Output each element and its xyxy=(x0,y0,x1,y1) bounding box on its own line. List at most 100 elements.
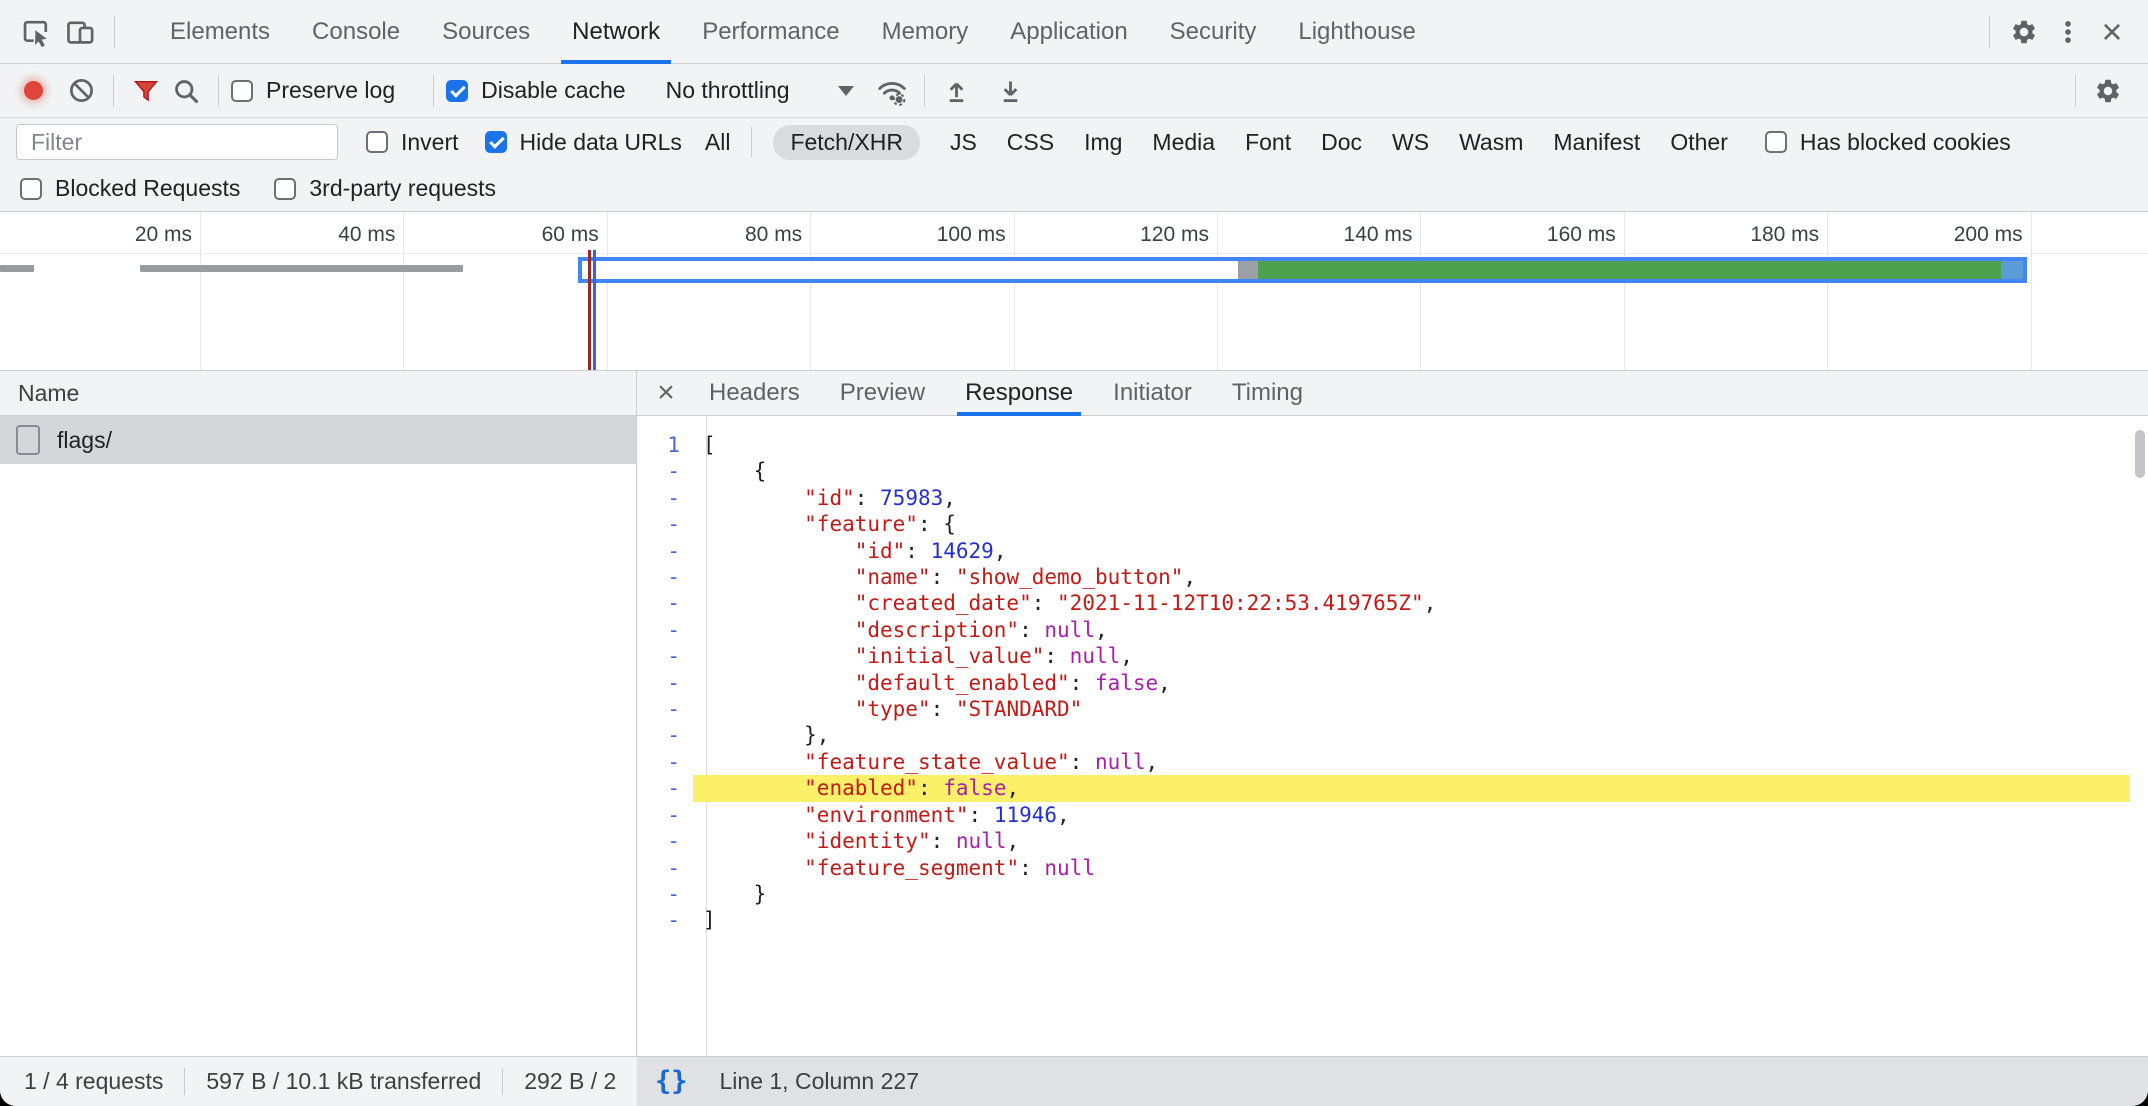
line-number: - xyxy=(637,590,693,616)
document-icon xyxy=(16,425,40,455)
filter-type-other[interactable]: Other xyxy=(1670,129,1728,156)
kebab-menu-icon[interactable] xyxy=(2046,10,2090,54)
blocked-requests-label: Blocked Requests xyxy=(55,175,240,202)
tab-network[interactable]: Network xyxy=(551,0,681,64)
filter-type-ws[interactable]: WS xyxy=(1392,129,1429,156)
network-main-area: Name flags/ × HeadersPreviewResponseInit… xyxy=(0,371,2148,1056)
divider xyxy=(1989,16,1990,48)
record-network-log-button[interactable] xyxy=(24,81,43,100)
filter-type-img[interactable]: Img xyxy=(1084,129,1122,156)
line-number: - xyxy=(637,802,693,828)
timeline-tick-label: 140 ms xyxy=(1344,223,1413,247)
response-code: 1[- {- "id": 75983,- "feature": {- "id":… xyxy=(637,432,2130,934)
invert-checkbox[interactable] xyxy=(366,131,388,153)
request-row[interactable]: flags/ xyxy=(0,416,636,464)
close-devtools-icon[interactable]: × xyxy=(2090,10,2134,54)
ruler-divider xyxy=(0,253,2148,254)
timeline-gridline xyxy=(1217,212,1218,370)
filter-type-doc[interactable]: Doc xyxy=(1321,129,1362,156)
options-bar: Blocked Requests 3rd-party requests xyxy=(0,166,2148,212)
response-line: - "id": 14629, xyxy=(637,538,2130,564)
response-line: - "environment": 11946, xyxy=(637,802,2130,828)
line-content: "id": 75983, xyxy=(693,485,2130,511)
filter-type-media[interactable]: Media xyxy=(1152,129,1215,156)
has-blocked-cookies-checkbox[interactable] xyxy=(1765,131,1787,153)
filter-type-css[interactable]: CSS xyxy=(1007,129,1054,156)
response-line: - } xyxy=(637,881,2130,907)
line-content: "type": "STANDARD" xyxy=(693,696,2130,722)
timeline-tick-label: 60 ms xyxy=(542,223,599,247)
tab-memory[interactable]: Memory xyxy=(861,0,990,64)
filter-type-font[interactable]: Font xyxy=(1245,129,1291,156)
tab-lighthouse[interactable]: Lighthouse xyxy=(1277,0,1436,64)
disable-cache-checkbox[interactable] xyxy=(446,80,468,102)
timeline-gridline xyxy=(2031,212,2032,370)
requests-count: 1 / 4 requests xyxy=(24,1068,163,1095)
tab-security[interactable]: Security xyxy=(1149,0,1278,64)
divider xyxy=(751,127,752,157)
network-overview-timeline[interactable]: 20 ms40 ms60 ms80 ms100 ms120 ms140 ms16… xyxy=(0,212,2148,371)
line-content: }, xyxy=(693,722,2130,748)
line-number: - xyxy=(637,643,693,669)
timeline-gridline xyxy=(1014,212,1015,370)
line-number: - xyxy=(637,907,693,933)
network-settings-gear-icon[interactable] xyxy=(2088,71,2128,111)
preserve-log-label: Preserve log xyxy=(266,77,395,104)
inspect-icon[interactable] xyxy=(14,10,58,54)
waterfall-overview-bar xyxy=(578,257,2027,283)
timeline-gridline xyxy=(1827,212,1828,370)
third-party-checkbox[interactable] xyxy=(274,178,296,200)
line-content: { xyxy=(693,458,2130,484)
line-number: 1 xyxy=(637,432,693,458)
divider xyxy=(502,1068,503,1095)
filter-type-js[interactable]: JS xyxy=(950,129,977,156)
requests-panel: Name flags/ xyxy=(0,371,637,1056)
divider xyxy=(2075,75,2076,107)
timeline-gridline xyxy=(1420,212,1421,370)
line-content: "initial_value": null, xyxy=(693,643,2130,669)
detail-tab-timing[interactable]: Timing xyxy=(1212,371,1323,416)
export-har-icon[interactable] xyxy=(991,71,1031,111)
blocked-requests-checkbox[interactable] xyxy=(20,178,42,200)
filter-type-wasm[interactable]: Wasm xyxy=(1459,129,1523,156)
response-scrollbar-thumb[interactable] xyxy=(2135,430,2145,478)
timeline-gridline xyxy=(607,212,608,370)
response-line: -] xyxy=(637,907,2130,933)
network-conditions-icon[interactable] xyxy=(872,71,912,111)
tab-sources[interactable]: Sources xyxy=(421,0,551,64)
divider xyxy=(218,75,219,107)
clear-network-log-icon[interactable] xyxy=(61,71,101,111)
detail-tab-response[interactable]: Response xyxy=(945,371,1093,416)
preserve-log-checkbox[interactable] xyxy=(231,80,253,102)
filter-input[interactable] xyxy=(16,124,338,160)
tab-elements[interactable]: Elements xyxy=(149,0,291,64)
divider xyxy=(433,75,434,107)
response-line: - "identity": null, xyxy=(637,828,2130,854)
resources-size: 292 B / 2 xyxy=(524,1068,616,1095)
tab-console[interactable]: Console xyxy=(291,0,421,64)
response-line: - }, xyxy=(637,722,2130,748)
filter-funnel-icon[interactable] xyxy=(126,71,166,111)
throttling-select[interactable]: No throttling xyxy=(666,77,790,104)
line-number: - xyxy=(637,828,693,854)
filter-type-fetch-xhr[interactable]: Fetch/XHR xyxy=(773,125,919,160)
name-column-header[interactable]: Name xyxy=(0,371,636,416)
detail-tab-preview[interactable]: Preview xyxy=(820,371,945,416)
detail-tab-bar: × HeadersPreviewResponseInitiatorTiming xyxy=(637,371,2148,416)
detail-tab-initiator[interactable]: Initiator xyxy=(1093,371,1212,416)
line-number: - xyxy=(637,855,693,881)
filter-type-manifest[interactable]: Manifest xyxy=(1553,129,1640,156)
chevron-down-icon[interactable] xyxy=(838,86,854,96)
detail-tab-headers[interactable]: Headers xyxy=(689,371,820,416)
tab-application[interactable]: Application xyxy=(989,0,1148,64)
filter-type-all[interactable]: All xyxy=(705,129,731,156)
close-detail-pane-icon[interactable]: × xyxy=(643,378,689,408)
waterfall-waiting-segment xyxy=(582,261,1238,279)
import-har-icon[interactable] xyxy=(937,71,977,111)
hide-data-urls-checkbox[interactable] xyxy=(485,131,507,153)
settings-gear-icon[interactable] xyxy=(2002,10,2046,54)
device-toolbar-icon[interactable] xyxy=(58,10,102,54)
search-icon[interactable] xyxy=(166,71,206,111)
pretty-print-icon[interactable]: {} xyxy=(655,1066,688,1097)
tab-performance[interactable]: Performance xyxy=(681,0,860,64)
